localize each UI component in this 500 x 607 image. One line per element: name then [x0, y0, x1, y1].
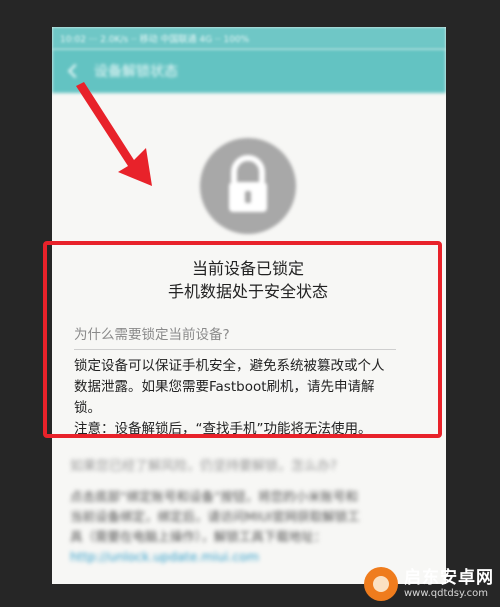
- watermark: 启东安卓网 www.qdtdsy.com: [364, 567, 494, 601]
- back-arrow-icon[interactable]: [67, 63, 83, 79]
- blurred-faq-answer-line3: 具（需要在电脑上操作），解锁工具下载地址：: [70, 529, 327, 544]
- watermark-logo-icon: [364, 567, 398, 601]
- red-highlight-box: [43, 241, 442, 438]
- blurred-faq-answer-line1: 点击底部“绑定账号和设备”按钮，将您的小米账号和: [70, 489, 358, 504]
- blurred-faq-question: 如果您已经了解风险，仍坚持要解锁，怎么办?: [70, 459, 337, 474]
- unlock-tool-link[interactable]: http://unlock.update.miui.com: [70, 547, 430, 567]
- blurred-faq-section: 如果您已经了解风险，仍坚持要解锁，怎么办? 点击底部“绑定账号和设备”按钮，将您…: [70, 457, 430, 567]
- app-bar-title: 设备解锁状态: [94, 64, 178, 80]
- red-arrow-annotation: [76, 82, 152, 186]
- lock-icon: [200, 138, 296, 234]
- status-bar-text: 10:02 ··· 2.0K/s ·· 移动 中国联通 4G ·· 100%: [60, 34, 250, 45]
- status-bar: 10:02 ··· 2.0K/s ·· 移动 中国联通 4G ·· 100%: [52, 27, 446, 49]
- watermark-url: www.qdtdsy.com: [404, 588, 488, 599]
- blurred-faq-answer-line2: 当前设备绑定，绑定后，请访问MIUI官网获取解锁工: [70, 509, 360, 524]
- watermark-name: 启东安卓网: [404, 568, 494, 588]
